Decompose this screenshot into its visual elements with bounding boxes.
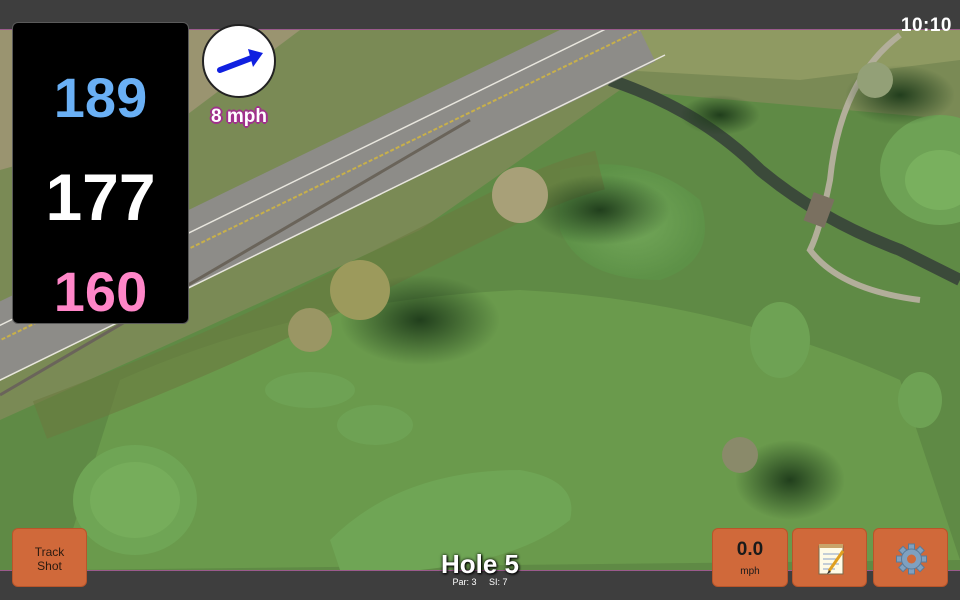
stroke-index-label: SI: 7 <box>489 577 508 587</box>
speed-button[interactable]: 0.0 mph <box>712 528 788 587</box>
track-shot-label-line2: Shot <box>37 559 62 573</box>
wind-indicator <box>202 24 276 98</box>
wind-speed-label: 8 mph <box>211 106 267 127</box>
arrow-east-northeast-icon <box>217 49 263 73</box>
hole-meta: Par: 3 SI: 7 <box>380 577 580 587</box>
track-shot-label-line1: Track <box>34 545 65 559</box>
speed-unit: mph <box>740 566 760 577</box>
track-shot-button[interactable]: Track Shot <box>12 528 87 587</box>
notepad-icon <box>818 544 845 575</box>
notes-button[interactable] <box>792 528 867 587</box>
clock: 10:10 <box>900 15 952 36</box>
center-yardage: 177 <box>45 160 156 234</box>
gear-icon <box>896 543 927 575</box>
front-yardage: 160 <box>53 260 148 323</box>
yardage-panel: 189 177 160 <box>12 22 189 324</box>
hole-title: Hole 5 <box>440 549 520 579</box>
settings-button[interactable] <box>873 528 948 587</box>
back-yardage: 189 <box>53 66 148 129</box>
par-label: Par: 3 <box>452 577 477 587</box>
speed-value: 0.0 <box>736 539 764 560</box>
golf-gps-app: 10:10 189 177 160 8 mph Track Shot Hole … <box>0 0 960 600</box>
